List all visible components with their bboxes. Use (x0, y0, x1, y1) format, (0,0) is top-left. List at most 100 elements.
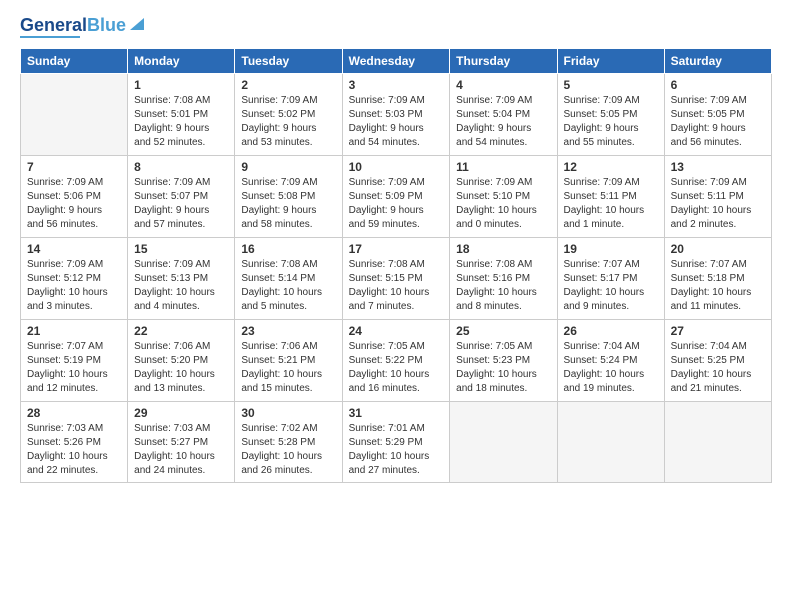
calendar-cell: 11Sunrise: 7:09 AMSunset: 5:10 PMDayligh… (450, 156, 557, 238)
day-info: Sunrise: 7:01 AMSunset: 5:29 PMDaylight:… (349, 422, 444, 478)
day-info: Sunrise: 7:09 AMSunset: 5:05 PMDaylight:… (671, 94, 765, 150)
logo-blue: Blue (87, 15, 126, 35)
calendar-cell: 28 Sunrise: 7:03 AMSunset: 5:26 PMDayligh… (21, 402, 128, 483)
day-info: Sunrise: 7:09 AMSunset: 5:12 PMDaylight:… (27, 258, 121, 314)
header: GeneralBlue (20, 16, 772, 38)
calendar-cell: 22Sunrise: 7:06 AMSunset: 5:20 PMDayligh… (128, 320, 235, 402)
day-number: 31 (349, 406, 444, 420)
day-info: Sunrise: 7:09 AMSunset: 5:08 PMDaylight:… (241, 176, 335, 232)
calendar-week-4: 21 Sunrise: 7:07 AMSunset: 5:19 PMDayligh… (21, 320, 772, 402)
calendar-cell (21, 74, 128, 156)
day-number: 15 (134, 242, 228, 256)
day-info: Sunrise: 7:09 AMSunset: 5:11 PMDaylight:… (564, 176, 658, 232)
calendar-cell: 13 Sunrise: 7:09 AMSunset: 5:11 PMDayligh… (664, 156, 771, 238)
day-info: Sunrise: 7:06 AMSunset: 5:20 PMDaylight:… (134, 340, 228, 396)
calendar-cell: 29 Sunrise: 7:03 AMSunset: 5:27 PMDayligh… (128, 402, 235, 483)
day-number: 27 (671, 324, 765, 338)
day-info: Sunrise: 7:07 AMSunset: 5:18 PMDaylight:… (671, 258, 765, 314)
day-number: 30 (241, 406, 335, 420)
calendar-cell: 18 Sunrise: 7:08 AMSunset: 5:16 PMDayligh… (450, 238, 557, 320)
day-number: 11 (456, 160, 550, 174)
day-info: Sunrise: 7:02 AMSunset: 5:28 PMDaylight:… (241, 422, 335, 478)
day-info: Sunrise: 7:05 AMSunset: 5:23 PMDaylight:… (456, 340, 550, 396)
calendar-cell: 8 Sunrise: 7:09 AMSunset: 5:07 PMDaylight… (128, 156, 235, 238)
logo-icon (128, 14, 146, 32)
day-number: 6 (671, 78, 765, 92)
calendar-header-monday: Monday (128, 49, 235, 74)
calendar-cell: 12 Sunrise: 7:09 AMSunset: 5:11 PMDayligh… (557, 156, 664, 238)
day-info: Sunrise: 7:04 AMSunset: 5:25 PMDaylight:… (671, 340, 765, 396)
day-info: Sunrise: 7:09 AMSunset: 5:09 PMDaylight:… (349, 176, 444, 232)
day-info: Sunrise: 7:09 AMSunset: 5:03 PMDaylight:… (349, 94, 444, 150)
day-info: Sunrise: 7:09 AMSunset: 5:13 PMDaylight:… (134, 258, 228, 314)
day-number: 23 (241, 324, 335, 338)
calendar-header-tuesday: Tuesday (235, 49, 342, 74)
day-number: 29 (134, 406, 228, 420)
day-number: 4 (456, 78, 550, 92)
day-info: Sunrise: 7:09 AMSunset: 5:07 PMDaylight:… (134, 176, 228, 232)
day-number: 9 (241, 160, 335, 174)
day-number: 24 (349, 324, 444, 338)
calendar-cell: 30 Sunrise: 7:02 AMSunset: 5:28 PMDayligh… (235, 402, 342, 483)
calendar-cell: 24Sunrise: 7:05 AMSunset: 5:22 PMDayligh… (342, 320, 450, 402)
day-number: 1 (134, 78, 228, 92)
calendar-cell: 25 Sunrise: 7:05 AMSunset: 5:23 PMDayligh… (450, 320, 557, 402)
day-number: 16 (241, 242, 335, 256)
calendar-cell: 3Sunrise: 7:09 AMSunset: 5:03 PMDaylight… (342, 74, 450, 156)
logo-line (20, 36, 80, 38)
day-info: Sunrise: 7:09 AMSunset: 5:11 PMDaylight:… (671, 176, 765, 232)
calendar-header-wednesday: Wednesday (342, 49, 450, 74)
day-number: 8 (134, 160, 228, 174)
calendar-cell: 26 Sunrise: 7:04 AMSunset: 5:24 PMDayligh… (557, 320, 664, 402)
day-number: 28 (27, 406, 121, 420)
calendar-cell: 14 Sunrise: 7:09 AMSunset: 5:12 PMDayligh… (21, 238, 128, 320)
day-info: Sunrise: 7:07 AMSunset: 5:17 PMDaylight:… (564, 258, 658, 314)
day-info: Sunrise: 7:08 AMSunset: 5:01 PMDaylight:… (134, 94, 228, 150)
day-number: 13 (671, 160, 765, 174)
calendar-cell: 7Sunrise: 7:09 AMSunset: 5:06 PMDaylight… (21, 156, 128, 238)
day-info: Sunrise: 7:03 AMSunset: 5:26 PMDaylight:… (27, 422, 121, 478)
day-number: 18 (456, 242, 550, 256)
day-info: Sunrise: 7:06 AMSunset: 5:21 PMDaylight:… (241, 340, 335, 396)
calendar-cell: 10 Sunrise: 7:09 AMSunset: 5:09 PMDayligh… (342, 156, 450, 238)
day-info: Sunrise: 7:08 AMSunset: 5:16 PMDaylight:… (456, 258, 550, 314)
day-number: 25 (456, 324, 550, 338)
day-info: Sunrise: 7:09 AMSunset: 5:04 PMDaylight:… (456, 94, 550, 150)
calendar-header-friday: Friday (557, 49, 664, 74)
day-info: Sunrise: 7:09 AMSunset: 5:05 PMDaylight:… (564, 94, 658, 150)
day-number: 12 (564, 160, 658, 174)
day-info: Sunrise: 7:09 AMSunset: 5:02 PMDaylight:… (241, 94, 335, 150)
calendar-week-2: 7Sunrise: 7:09 AMSunset: 5:06 PMDaylight… (21, 156, 772, 238)
calendar-cell (557, 402, 664, 483)
day-number: 5 (564, 78, 658, 92)
calendar-cell (664, 402, 771, 483)
calendar-cell: 27 Sunrise: 7:04 AMSunset: 5:25 PMDayligh… (664, 320, 771, 402)
page: GeneralBlue SundayMondayTuesdayWednesday… (0, 0, 792, 612)
day-number: 14 (27, 242, 121, 256)
calendar-cell: 5 Sunrise: 7:09 AMSunset: 5:05 PMDaylight… (557, 74, 664, 156)
day-info: Sunrise: 7:08 AMSunset: 5:14 PMDaylight:… (241, 258, 335, 314)
calendar-cell: 9 Sunrise: 7:09 AMSunset: 5:08 PMDaylight… (235, 156, 342, 238)
day-number: 26 (564, 324, 658, 338)
day-info: Sunrise: 7:04 AMSunset: 5:24 PMDaylight:… (564, 340, 658, 396)
calendar-header-row: SundayMondayTuesdayWednesdayThursdayFrid… (21, 49, 772, 74)
day-info: Sunrise: 7:07 AMSunset: 5:19 PMDaylight:… (27, 340, 121, 396)
calendar-cell: 23 Sunrise: 7:06 AMSunset: 5:21 PMDayligh… (235, 320, 342, 402)
calendar-cell (450, 402, 557, 483)
calendar-cell: 2Sunrise: 7:09 AMSunset: 5:02 PMDaylight… (235, 74, 342, 156)
calendar-cell: 19 Sunrise: 7:07 AMSunset: 5:17 PMDayligh… (557, 238, 664, 320)
day-number: 19 (564, 242, 658, 256)
calendar-cell: 16 Sunrise: 7:08 AMSunset: 5:14 PMDayligh… (235, 238, 342, 320)
calendar-cell: 21 Sunrise: 7:07 AMSunset: 5:19 PMDayligh… (21, 320, 128, 402)
calendar-cell: 31 Sunrise: 7:01 AMSunset: 5:29 PMDayligh… (342, 402, 450, 483)
day-number: 21 (27, 324, 121, 338)
day-number: 20 (671, 242, 765, 256)
calendar-header-thursday: Thursday (450, 49, 557, 74)
calendar-header-saturday: Saturday (664, 49, 771, 74)
calendar-cell: 6 Sunrise: 7:09 AMSunset: 5:05 PMDaylight… (664, 74, 771, 156)
day-info: Sunrise: 7:03 AMSunset: 5:27 PMDaylight:… (134, 422, 228, 478)
calendar-week-3: 14 Sunrise: 7:09 AMSunset: 5:12 PMDayligh… (21, 238, 772, 320)
logo-text: GeneralBlue (20, 16, 126, 34)
day-number: 10 (349, 160, 444, 174)
day-number: 7 (27, 160, 121, 174)
